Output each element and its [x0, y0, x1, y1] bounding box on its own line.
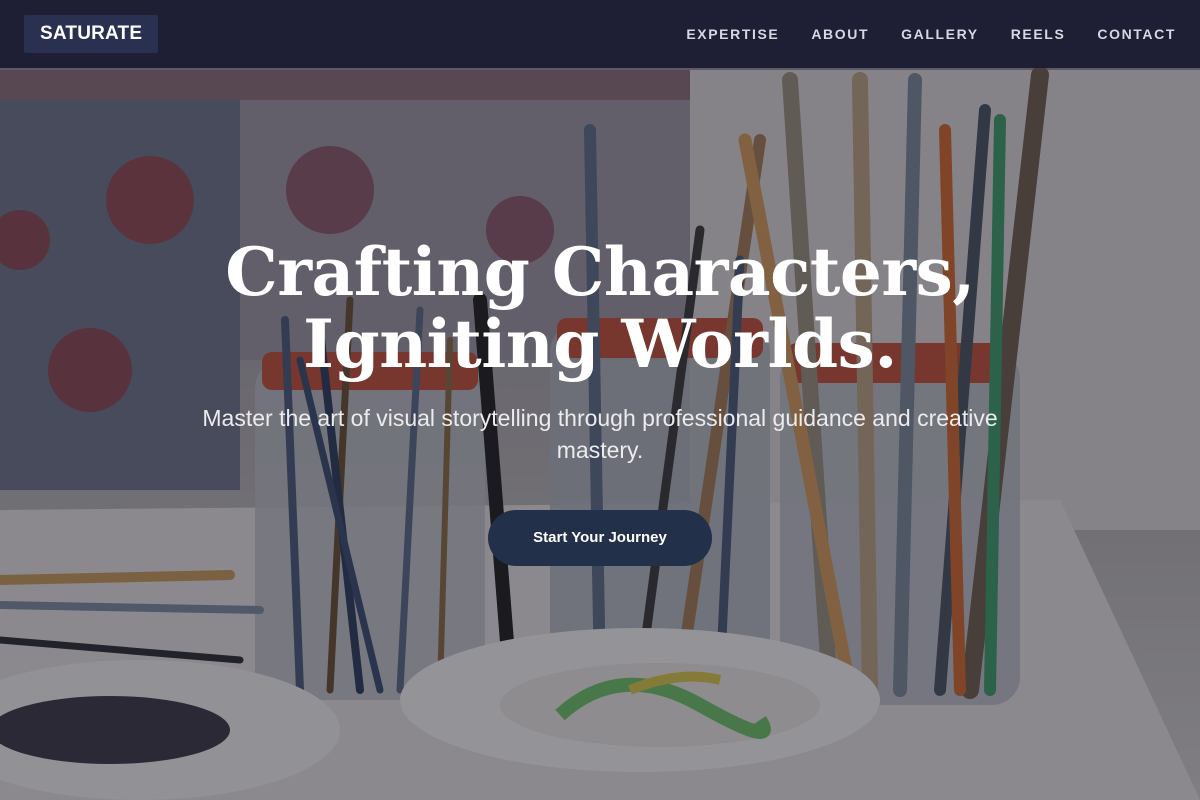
- brand-logo[interactable]: SATURATE: [24, 15, 159, 53]
- nav-link-about[interactable]: ABOUT: [811, 26, 869, 42]
- hero-title: Crafting Characters, Igniting Worlds.: [220, 236, 980, 380]
- nav-links: EXPERTISE ABOUT GALLERY REELS CONTACT: [686, 26, 1176, 42]
- hero-subtitle: Master the art of visual storytelling th…: [202, 405, 998, 463]
- hero-title-line-2: Igniting Worlds.: [303, 305, 897, 383]
- start-journey-button[interactable]: Start Your Journey: [488, 510, 712, 566]
- hero-title-line-1: Crafting Characters,: [225, 233, 975, 311]
- nav-link-contact[interactable]: CONTACT: [1097, 26, 1176, 42]
- top-navbar: SATURATE EXPERTISE ABOUT GALLERY REELS C…: [0, 0, 1200, 68]
- nav-link-gallery[interactable]: GALLERY: [901, 26, 979, 42]
- nav-link-expertise[interactable]: EXPERTISE: [686, 26, 779, 42]
- nav-link-reels[interactable]: REELS: [1011, 26, 1066, 42]
- hero-content: Crafting Characters, Igniting Worlds. Ma…: [0, 236, 1200, 566]
